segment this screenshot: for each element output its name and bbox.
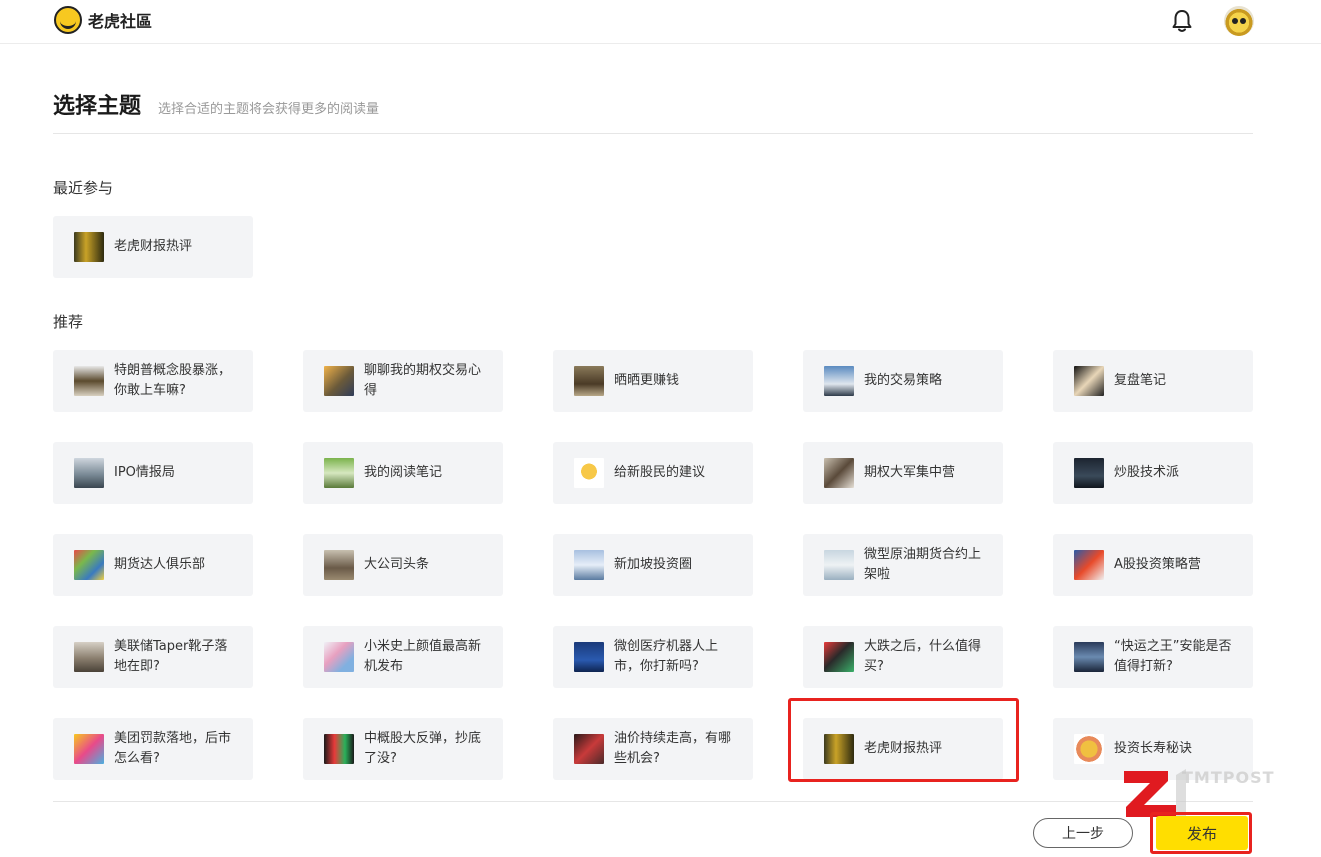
topic-thumbnail <box>74 550 104 580</box>
recommend-topic-card[interactable]: 晒晒更赚钱 <box>553 350 753 412</box>
recommend-topic-card[interactable]: 大跌之后，什么值得买? <box>803 626 1003 688</box>
topic-label: 中概股大反弹，抄底了没? <box>364 731 482 766</box>
recommend-topic-card[interactable]: A股投资策略营 <box>1053 534 1253 596</box>
top-navigation-bar: 老虎社區 <box>0 0 1321 44</box>
topic-label: 微型原油期货合约上架啦 <box>864 547 982 582</box>
topic-thumbnail <box>324 366 354 396</box>
topic-label: 老虎财报热评 <box>114 239 193 254</box>
topic-thumbnail <box>824 642 854 672</box>
tiger-logo-icon <box>54 6 82 34</box>
topic-label: 微创医疗机器人上市，你打新吗? <box>614 639 719 674</box>
topic-thumbnail <box>74 458 104 488</box>
topic-label: 小米史上颜值最高新机发布 <box>364 639 482 674</box>
topic-label: 我的交易策略 <box>864 373 943 388</box>
topic-label: 晒晒更赚钱 <box>614 373 680 388</box>
topic-thumbnail <box>324 458 354 488</box>
topic-label: 聊聊我的期权交易心得 <box>364 363 482 398</box>
topic-label: 大跌之后，什么值得买? <box>864 639 982 674</box>
recommend-topic-card[interactable]: 微创医疗机器人上市，你打新吗? <box>553 626 753 688</box>
recommend-topic-card[interactable]: 小米史上颜值最高新机发布 <box>303 626 503 688</box>
recommend-section-label: 推荐 <box>53 313 84 331</box>
topic-thumbnail <box>574 458 604 488</box>
topic-label: 期权大军集中营 <box>864 465 956 480</box>
topic-label: 新加坡投资圈 <box>614 557 693 572</box>
user-avatar[interactable] <box>1224 6 1254 36</box>
topic-label: 投资长寿秘诀 <box>1114 741 1193 756</box>
topic-thumbnail <box>574 642 604 672</box>
topic-thumbnail <box>74 642 104 672</box>
recent-section-label: 最近参与 <box>53 179 114 197</box>
recommend-topic-card[interactable]: 给新股民的建议 <box>553 442 753 504</box>
topic-label: 美团罚款落地，后市怎么看? <box>114 731 232 766</box>
topic-thumbnail <box>324 734 354 764</box>
footer-divider <box>53 801 1253 802</box>
topic-thumbnail <box>1074 734 1104 764</box>
topic-thumbnail <box>1074 366 1104 396</box>
logo-text: 老虎社區 <box>88 12 153 31</box>
publish-button-highlight <box>1150 812 1252 854</box>
topic-label: 特朗普概念股暴涨，你敢上车嘛? <box>114 363 232 398</box>
bell-icon[interactable] <box>1171 9 1193 33</box>
recommend-topic-card[interactable]: 期权大军集中营 <box>803 442 1003 504</box>
topic-label: 复盘笔记 <box>1114 373 1167 388</box>
topic-thumbnail <box>824 550 854 580</box>
topic-label: 油价持续走高，有哪些机会? <box>614 731 732 766</box>
recommend-topic-card[interactable]: 美联储Taper靴子落地在即? <box>53 626 253 688</box>
recommend-topic-card[interactable]: 微型原油期货合约上架啦 <box>803 534 1003 596</box>
page-subtitle: 选择合适的主题将会获得更多的阅读量 <box>158 102 380 117</box>
recommend-topic-card[interactable]: 油价持续走高，有哪些机会? <box>553 718 753 780</box>
recommend-topic-card[interactable]: “快运之王”安能是否值得打新? <box>1053 626 1253 688</box>
topic-label: A股投资策略营 <box>1114 557 1201 572</box>
recommend-topic-card[interactable]: 复盘笔记 <box>1053 350 1253 412</box>
topic-thumbnail <box>574 734 604 764</box>
recommend-topic-card[interactable]: 我的交易策略 <box>803 350 1003 412</box>
topic-label: 美联储Taper靴子落地在即? <box>114 639 228 674</box>
topic-label: IPO情报局 <box>114 465 175 480</box>
topic-thumbnail <box>574 550 604 580</box>
topic-thumbnail <box>74 232 104 262</box>
topic-label: “快运之王”安能是否值得打新? <box>1114 639 1232 674</box>
recommend-topic-card[interactable]: IPO情报局 <box>53 442 253 504</box>
topic-thumbnail <box>824 458 854 488</box>
topic-thumbnail <box>74 734 104 764</box>
tiger-community-logo[interactable]: 老虎社區 <box>54 6 152 34</box>
topic-label: 大公司头条 <box>364 557 430 572</box>
recommend-topic-card[interactable]: 聊聊我的期权交易心得 <box>303 350 503 412</box>
recommend-topic-card[interactable]: 我的阅读笔记 <box>303 442 503 504</box>
topic-thumbnail <box>74 366 104 396</box>
recommend-topic-card[interactable]: 大公司头条 <box>303 534 503 596</box>
page-title: 选择主题 <box>53 94 142 119</box>
topic-thumbnail <box>824 366 854 396</box>
recommend-topic-card[interactable]: 期货达人俱乐部 <box>53 534 253 596</box>
recommend-topic-card[interactable]: 中概股大反弹，抄底了没? <box>303 718 503 780</box>
topic-label: 炒股技术派 <box>1114 465 1180 480</box>
topic-thumbnail <box>1074 642 1104 672</box>
title-divider <box>53 133 1253 134</box>
topic-label: 期货达人俱乐部 <box>114 557 206 572</box>
watermark-text: TMTPOST <box>1182 768 1275 787</box>
recent-topic-card[interactable]: 老虎财报热评 <box>53 216 253 278</box>
topic-thumbnail <box>1074 550 1104 580</box>
recommend-topic-card[interactable]: 新加坡投资圈 <box>553 534 753 596</box>
topic-label: 我的阅读笔记 <box>364 465 443 480</box>
recommend-topic-card[interactable]: 美团罚款落地，后市怎么看? <box>53 718 253 780</box>
selected-topic-highlight <box>788 698 1019 782</box>
topic-thumbnail <box>324 550 354 580</box>
recommend-topic-card[interactable]: 炒股技术派 <box>1053 442 1253 504</box>
topic-thumbnail <box>324 642 354 672</box>
recommend-topic-card[interactable]: 特朗普概念股暴涨，你敢上车嘛? <box>53 350 253 412</box>
topic-thumbnail <box>1074 458 1104 488</box>
previous-step-button[interactable]: 上一步 <box>1033 818 1133 848</box>
topic-label: 给新股民的建议 <box>614 465 706 480</box>
topic-thumbnail <box>574 366 604 396</box>
